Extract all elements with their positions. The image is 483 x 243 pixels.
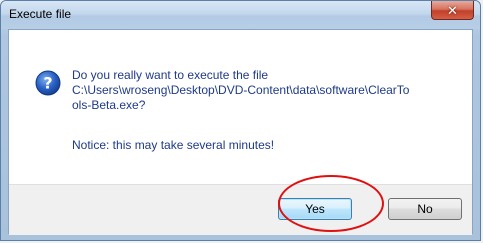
yes-button[interactable]: Yes [278, 198, 352, 220]
message-path-line-2: ols-Beta.exe? [72, 98, 146, 112]
dialog-message: Do you really want to execute the file C… [72, 68, 462, 113]
no-button[interactable]: No [388, 198, 462, 220]
dialog-client-area: ? Do you really want to execute the file… [8, 29, 473, 235]
question-icon: ? [35, 70, 61, 96]
close-button[interactable]: ✕ [431, 1, 474, 20]
window-title: Execute file [9, 7, 72, 21]
dialog-window: Execute file ✕ ? Do you really want to e… [0, 0, 481, 241]
button-bar: Yes No [9, 184, 472, 235]
message-path-line-1: C:\Users\wroseng\Desktop\DVD-Content\dat… [72, 83, 410, 97]
close-icon: ✕ [447, 2, 458, 18]
notice-text: Notice: this may take several minutes! [72, 138, 275, 152]
message-question: Do you really want to execute the file [72, 68, 269, 82]
svg-text:?: ? [43, 74, 52, 93]
title-bar[interactable]: Execute file ✕ [1, 1, 480, 29]
